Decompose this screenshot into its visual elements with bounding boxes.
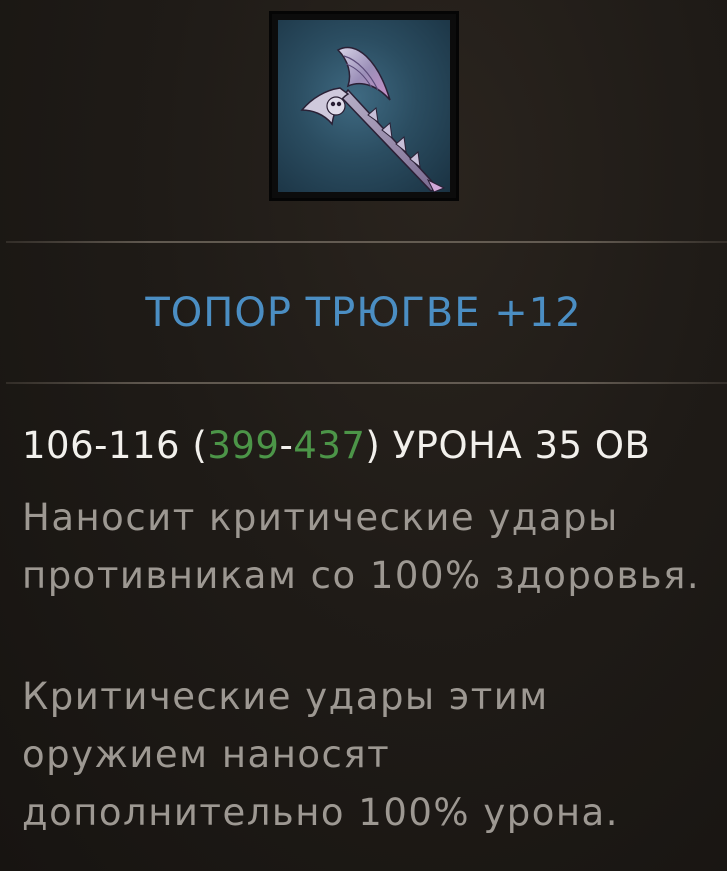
- item-name: ТОПОР ТРЮГВЕ +12: [145, 290, 582, 336]
- top-divider: [6, 241, 727, 243]
- item-icon-frame[interactable]: [269, 11, 459, 201]
- base-damage: 106-116: [22, 424, 181, 467]
- affix-description: Наносит критические удары противникам со…: [22, 496, 701, 597]
- damage-close-paren: ): [365, 424, 381, 467]
- damage-stat: 106-116 (399-437) УРОНА 35 ОВ: [22, 424, 650, 467]
- damage-open-paren: (: [192, 424, 208, 467]
- battle-axe-icon: [278, 20, 450, 192]
- upgraded-damage-max: 437: [293, 424, 366, 467]
- damage-dash: -: [279, 424, 294, 467]
- item-tooltip: ТОПОР ТРЮГВЕ +12 106-116 (399-437) УРОНА…: [0, 0, 727, 871]
- bottom-divider: [6, 382, 727, 384]
- affix-description: Критические удары этим оружием наносят д…: [22, 675, 619, 834]
- upgraded-damage-min: 399: [207, 424, 280, 467]
- damage-suffix: УРОНА 35 ОВ: [380, 424, 651, 467]
